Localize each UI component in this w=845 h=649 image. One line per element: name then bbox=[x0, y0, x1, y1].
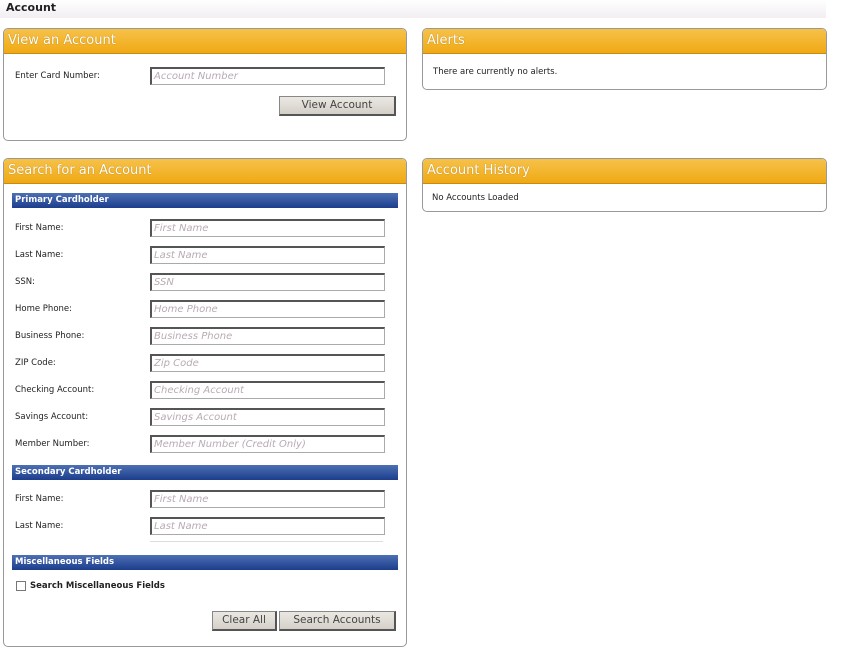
panel-title: View an Account bbox=[4, 29, 406, 54]
account-history-panel: Account History No Accounts Loaded bbox=[422, 158, 827, 212]
misc-fields-checkbox-label: Search Miscellaneous Fields bbox=[30, 581, 165, 591]
page-header: Account bbox=[0, 0, 826, 18]
misc-fields-checkbox[interactable] bbox=[16, 581, 26, 591]
misc-fields-heading: Miscellaneous Fields bbox=[12, 555, 398, 570]
secondary-first-name-input[interactable]: First Name bbox=[150, 490, 385, 508]
clear-all-button[interactable]: Clear All bbox=[212, 611, 277, 631]
card-number-input[interactable]: Account Number bbox=[150, 67, 385, 85]
primary-first-name-input[interactable]: First Name bbox=[150, 219, 385, 237]
panel-title: Alerts bbox=[423, 29, 826, 54]
panel-title: Account History bbox=[423, 159, 826, 184]
field-label: SSN: bbox=[15, 277, 36, 287]
primary-home-phone-input[interactable]: Home Phone bbox=[150, 300, 385, 318]
field-label: Last Name: bbox=[15, 250, 64, 260]
primary-checking-account-input[interactable]: Checking Account bbox=[150, 381, 385, 399]
field-label: Savings Account: bbox=[15, 412, 89, 422]
page-title: Account bbox=[6, 1, 57, 14]
primary-last-name-input[interactable]: Last Name bbox=[150, 246, 385, 264]
field-label: Last Name: bbox=[15, 521, 64, 531]
search-accounts-button[interactable]: Search Accounts bbox=[279, 611, 396, 631]
view-account-panel: View an Account Enter Card Number: Accou… bbox=[3, 28, 407, 141]
primary-member-number-credit-only-input[interactable]: Member Number (Credit Only) bbox=[150, 435, 385, 453]
secondary-cardholder-heading: Secondary Cardholder bbox=[12, 465, 398, 480]
alerts-panel: Alerts There are currently no alerts. bbox=[422, 28, 827, 90]
field-label: First Name: bbox=[15, 223, 64, 233]
primary-savings-account-input[interactable]: Savings Account bbox=[150, 408, 385, 426]
field-label: Business Phone: bbox=[15, 331, 85, 341]
field-label: First Name: bbox=[15, 494, 64, 504]
history-message: No Accounts Loaded bbox=[432, 193, 519, 203]
search-account-panel: Search for an Account Primary Cardholder… bbox=[3, 158, 407, 647]
divider bbox=[150, 541, 383, 542]
card-number-label: Enter Card Number: bbox=[15, 71, 100, 81]
primary-zip-code-input[interactable]: Zip Code bbox=[150, 354, 385, 372]
field-label: Home Phone: bbox=[15, 304, 72, 314]
primary-business-phone-input[interactable]: Business Phone bbox=[150, 327, 385, 345]
alerts-message: There are currently no alerts. bbox=[433, 67, 558, 77]
panel-title: Search for an Account bbox=[4, 159, 406, 184]
view-account-button[interactable]: View Account bbox=[279, 96, 396, 116]
field-label: Checking Account: bbox=[15, 385, 95, 395]
field-label: Member Number: bbox=[15, 439, 90, 449]
secondary-last-name-input[interactable]: Last Name bbox=[150, 517, 385, 535]
primary-ssn-input[interactable]: SSN bbox=[150, 273, 385, 291]
primary-cardholder-heading: Primary Cardholder bbox=[12, 193, 398, 208]
field-label: ZIP Code: bbox=[15, 358, 56, 368]
